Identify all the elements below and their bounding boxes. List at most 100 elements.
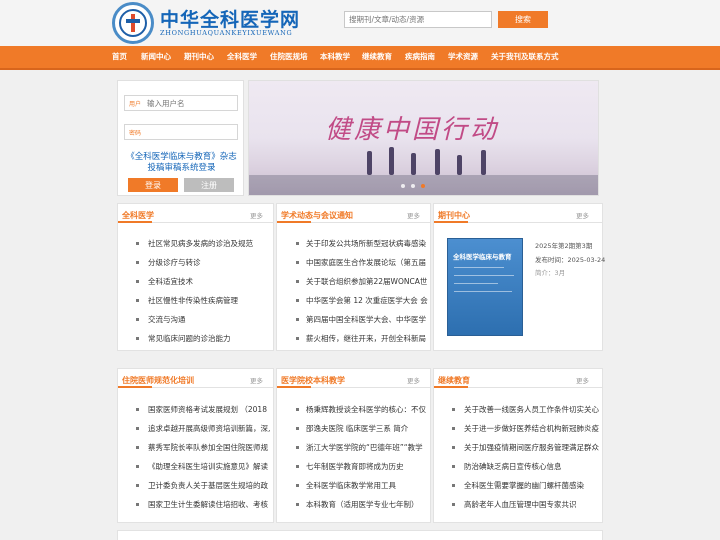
list-item[interactable]: 邵逸夫医院 临床医学三系 简介 xyxy=(306,423,428,434)
login-title[interactable]: 《全科医学临床与教育》杂志 投稿审稿系统登录 xyxy=(122,152,241,174)
section-divider-accent xyxy=(118,221,152,223)
list-item[interactable]: 薪火相传，继往开来，开创全科新局 xyxy=(306,333,428,344)
search-button[interactable]: 搜索 xyxy=(498,11,548,28)
list-item[interactable]: 交流与沟通 xyxy=(148,314,270,325)
bullet-icon xyxy=(136,261,139,264)
list-item[interactable]: 全科适宜技术 xyxy=(148,276,270,287)
site-subtitle: ZHONGHUAQUANKEYIXUEWANG xyxy=(160,29,293,37)
list-item[interactable]: 蔡秀军院长率队参加全国住院医师规 xyxy=(148,442,270,453)
list-item[interactable]: 杨秉辉教授谈全科医学的核心：不仅 xyxy=(306,404,428,415)
nav-item-undergrad-teaching[interactable]: 本科教学 xyxy=(320,46,350,68)
bullet-icon xyxy=(136,408,139,411)
banner-runner-figure xyxy=(411,153,416,175)
section-title[interactable]: 医学院校本科教学 xyxy=(281,375,345,386)
site-logo-icon[interactable] xyxy=(112,2,154,44)
more-link[interactable]: 更多 xyxy=(576,375,589,385)
list-item[interactable]: 分级诊疗与转诊 xyxy=(148,257,270,268)
list-item[interactable]: 国家医师资格考试发展规划 （2018 xyxy=(148,404,270,415)
list-item[interactable]: 七年制医学教育即将成为历史 xyxy=(306,461,428,472)
more-link[interactable]: 更多 xyxy=(407,375,420,385)
list-item[interactable]: 本科教育（适用医学专业七年制） xyxy=(306,499,428,510)
nav-item-about[interactable]: 关于我刊及联系方式 xyxy=(491,46,559,68)
nav-item-resident-training[interactable]: 住院医规培 xyxy=(270,46,308,68)
list-item[interactable]: 《助理全科医生培训实施意见》解读 xyxy=(148,461,270,472)
carousel-dot[interactable] xyxy=(401,184,405,188)
password-label: 密码 xyxy=(129,130,142,137)
bullet-icon xyxy=(136,318,139,321)
nav-item-news[interactable]: 新闻中心 xyxy=(141,46,171,68)
bullet-icon xyxy=(452,465,455,468)
bullet-icon xyxy=(296,261,299,264)
nav-item-resources[interactable]: 学术资源 xyxy=(448,46,478,68)
search-input[interactable] xyxy=(344,11,492,28)
login-title-line2: 投稿审稿系统登录 xyxy=(147,163,216,173)
bullet-icon xyxy=(296,484,299,487)
list-item[interactable]: 高龄老年人血压管理中国专家共识 xyxy=(464,499,599,510)
more-link[interactable]: 更多 xyxy=(576,210,589,220)
password-input[interactable] xyxy=(147,126,235,139)
login-button[interactable]: 登录 xyxy=(128,178,178,192)
banner-carousel[interactable]: 健康中国行动 xyxy=(248,80,599,196)
logo-cross xyxy=(131,14,135,32)
section-divider-accent xyxy=(434,221,468,223)
list-item[interactable]: 全科医生需要掌握的幽门螺杆菌感染 xyxy=(464,480,599,491)
list-item[interactable]: 全科医学临床教学常用工具 xyxy=(306,480,428,491)
more-link[interactable]: 更多 xyxy=(407,210,420,220)
bullet-icon xyxy=(136,242,139,245)
list-item[interactable]: 社区常见病多发病的诊治及规范 xyxy=(148,238,270,249)
more-link[interactable]: 更多 xyxy=(250,375,263,385)
list-item[interactable]: 关于进一步做好医养结合机构新冠肺炎疫 xyxy=(464,423,599,434)
list-item[interactable]: 社区慢性非传染性疾病管理 xyxy=(148,295,270,306)
list-item[interactable]: 追求卓越开展高级师资培训新篇，深入 xyxy=(148,423,270,434)
carousel-dot-active[interactable] xyxy=(421,184,425,188)
nav-item-guidelines[interactable]: 疾病指南 xyxy=(405,46,435,68)
nav-item-continuing-education[interactable]: 继续教育 xyxy=(362,46,392,68)
journal-cover-title: 全科医学临床与教育 xyxy=(453,253,512,261)
bullet-icon xyxy=(296,446,299,449)
carousel-dot[interactable] xyxy=(411,184,415,188)
list-item[interactable]: 关于改善一线医务人员工作条件切实关心 xyxy=(464,404,599,415)
bullet-icon xyxy=(296,337,299,340)
list-item[interactable]: 防治碘缺乏病日宣传核心信息 xyxy=(464,461,599,472)
more-link[interactable]: 更多 xyxy=(250,210,263,220)
list-item[interactable]: 中华医学会第 12 次重症医学大会 会 xyxy=(306,295,428,306)
section-title[interactable]: 学术动态与会议通知 xyxy=(281,210,353,221)
list-item[interactable]: 第四届中国全科医学大会、中华医学 xyxy=(306,314,428,325)
username-field[interactable]: 用户 xyxy=(124,95,238,111)
section-title[interactable]: 住院医师规范化培训 xyxy=(122,375,194,386)
list-item[interactable]: 常见临床问题的诊治能力 xyxy=(148,333,270,344)
list-item[interactable]: 卫计委负责人关于基层医生规培的政 xyxy=(148,480,270,491)
nav-item-journals[interactable]: 期刊中心 xyxy=(184,46,214,68)
bullet-icon xyxy=(296,465,299,468)
bullet-icon xyxy=(136,465,139,468)
list-item[interactable]: 国家卫生计生委解读住培招收、考核 xyxy=(148,499,270,510)
section-title[interactable]: 期刊中心 xyxy=(438,210,470,221)
password-field[interactable]: 密码 xyxy=(124,124,238,140)
nav-item-home[interactable]: 首页 xyxy=(112,46,127,68)
site-title[interactable]: 中华全科医学网 xyxy=(160,5,300,32)
nav-item-general-medicine[interactable]: 全科医学 xyxy=(227,46,257,68)
section-title[interactable]: 全科医学 xyxy=(122,210,154,221)
section-divider-accent xyxy=(118,386,152,388)
section-title[interactable]: 继续教育 xyxy=(438,375,470,386)
banner-runner-figure xyxy=(367,151,372,175)
logo-cross-bar xyxy=(126,19,140,23)
bullet-icon xyxy=(136,280,139,283)
section-divider-accent xyxy=(277,386,311,388)
list-item[interactable]: 关于加强疫情期间医疗服务管理满足群众 xyxy=(464,442,599,453)
username-input[interactable] xyxy=(147,97,235,110)
main-nav: 首页 新闻中心 期刊中心 全科医学 住院医规培 本科教学 继续教育 疾病指南 学… xyxy=(0,46,720,70)
journal-issue[interactable]: 2025年第2期第3期 xyxy=(535,240,592,250)
list-item[interactable]: 浙江大学医学院的“巴德年班”“教学 xyxy=(306,442,428,453)
bullet-icon xyxy=(136,503,139,506)
banner-runner-figure xyxy=(435,149,440,175)
list-item[interactable]: 中国家庭医生合作发展论坛（第五届 xyxy=(306,257,428,268)
bullet-icon xyxy=(136,427,139,430)
login-panel: 用户 密码 《全科医学临床与教育》杂志 投稿审稿系统登录 登录 注册 xyxy=(117,80,244,196)
register-button[interactable]: 注册 xyxy=(184,178,234,192)
list-item[interactable]: 关于联合组织参加第22届WONCA世 xyxy=(306,276,428,287)
journal-cover-image[interactable]: 全科医学临床与教育 xyxy=(447,238,523,336)
list-item[interactable]: 关于印发公共场所新型冠状病毒感染 xyxy=(306,238,428,249)
cover-rule xyxy=(454,283,498,284)
banner-runner-figure xyxy=(389,147,394,175)
